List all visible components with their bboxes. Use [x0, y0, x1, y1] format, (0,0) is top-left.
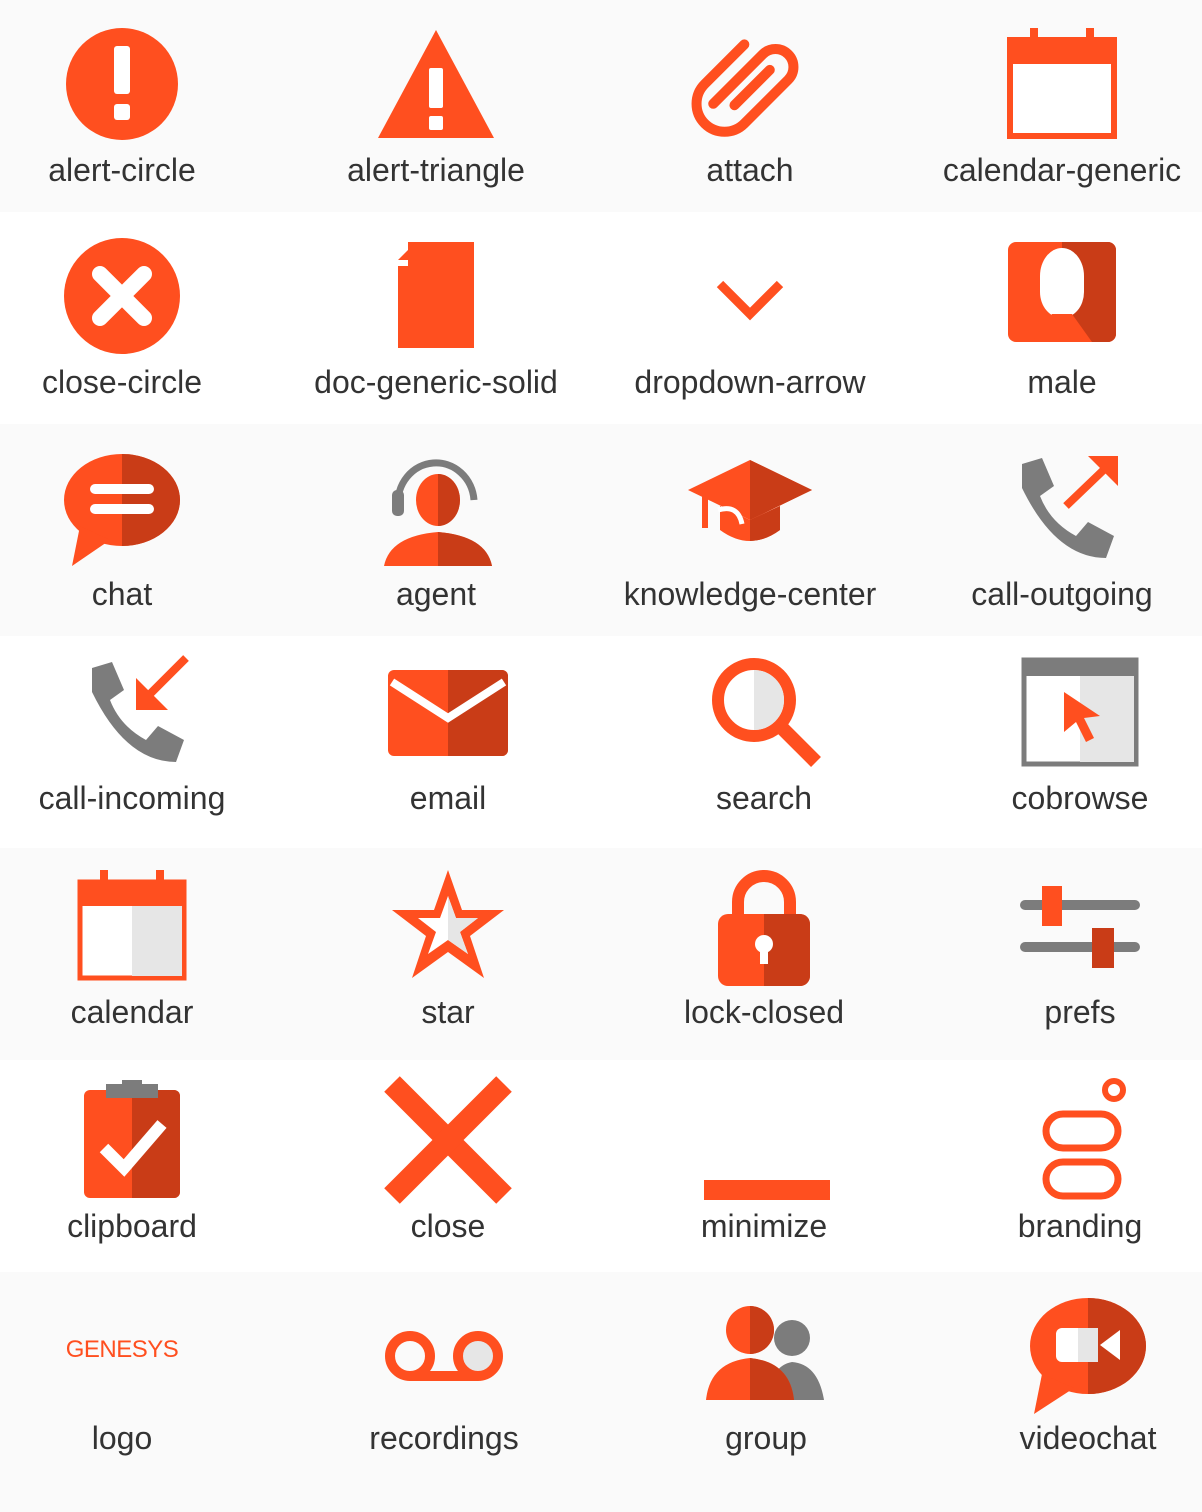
icon-label: group: [725, 1420, 807, 1456]
icon-label: calendar: [70, 994, 194, 1030]
icon-label: alert-triangle: [347, 152, 525, 188]
icon-cell-calendar-generic: calendar-generic: [912, 24, 1202, 214]
icon-sheet: alert-circle alert-triangle attach calen…: [0, 0, 1202, 1512]
icon-cell-dropdown-arrow: dropdown-arrow: [600, 236, 900, 426]
branding-icon: [1042, 1078, 1126, 1200]
icon-cell-minimize: minimize: [614, 1080, 914, 1270]
icon-cell-search: search: [614, 652, 914, 842]
close-circle-icon: [64, 238, 180, 354]
icon-label: logo: [91, 1420, 153, 1456]
close-icon: [384, 1076, 512, 1204]
icon-cell-close-circle: close-circle: [0, 236, 272, 426]
icon-label: minimize: [700, 1208, 828, 1244]
recordings-icon: [385, 1331, 503, 1381]
clipboard-icon: [84, 1080, 180, 1198]
dropdown-arrow-icon: [716, 280, 784, 321]
icon-label: branding: [1017, 1208, 1143, 1244]
icon-label: knowledge-center: [623, 576, 877, 612]
icon-label: prefs: [1044, 994, 1116, 1030]
icon-cell-recordings: recordings: [294, 1296, 594, 1486]
icon-label: attach: [706, 152, 794, 188]
male-icon: [1008, 242, 1116, 342]
icon-cell-alert-circle: alert-circle: [0, 24, 272, 214]
icon-cell-branding: branding: [930, 1078, 1202, 1270]
icon-label: lock-closed: [683, 994, 845, 1030]
lock-closed-icon: [718, 870, 810, 986]
icon-cell-prefs: prefs: [930, 866, 1202, 1056]
icon-cell-call-incoming: call-incoming: [0, 652, 282, 842]
videochat-icon: [1030, 1298, 1146, 1414]
agent-icon: [384, 459, 492, 566]
prefs-icon: [1020, 886, 1140, 968]
icon-cell-star: star: [298, 866, 598, 1056]
icon-label: close: [410, 1208, 486, 1244]
icon-cell-logo: GENESYS logo: [0, 1296, 272, 1486]
icon-cell-agent: agent: [286, 448, 586, 638]
email-icon: [388, 670, 508, 756]
call-outgoing-icon: [1022, 456, 1118, 558]
icon-label: search: [715, 780, 813, 816]
icon-cell-close: close: [298, 1076, 598, 1270]
icon-label: male: [1027, 364, 1097, 400]
icon-label: videochat: [1019, 1420, 1157, 1456]
icon-label: call-incoming: [38, 780, 226, 816]
icon-label: close-circle: [41, 364, 203, 400]
icon-label: clipboard: [67, 1208, 197, 1244]
icon-cell-doc-generic-solid: doc-generic-solid: [286, 236, 586, 426]
icon-cell-calendar: calendar: [0, 866, 282, 1056]
icon-cell-alert-triangle: alert-triangle: [286, 24, 586, 214]
icon-cell-cobrowse: cobrowse: [930, 652, 1202, 842]
icon-cell-male: male: [912, 236, 1202, 426]
alert-circle-icon: [66, 28, 178, 140]
call-incoming-icon: [92, 655, 189, 762]
star-icon: [392, 870, 504, 978]
genesys-logo: GENESYS: [65, 1336, 179, 1363]
doc-generic-solid-icon: [398, 242, 474, 348]
icon-label: recordings: [369, 1420, 519, 1456]
icon-label: star: [421, 994, 475, 1030]
search-icon: [712, 658, 821, 767]
icon-cell-lock-closed: lock-closed: [614, 866, 914, 1056]
icon-label: email: [409, 780, 487, 816]
group-icon: [706, 1306, 824, 1400]
chat-icon: [64, 454, 180, 566]
icon-label: calendar-generic: [942, 152, 1182, 188]
icon-label: dropdown-arrow: [634, 364, 866, 400]
icon-cell-chat: chat: [0, 448, 272, 638]
knowledge-center-icon: [688, 460, 812, 541]
icon-label: call-outgoing: [971, 576, 1153, 612]
icon-label: alert-circle: [48, 152, 196, 188]
icon-cell-call-outgoing: call-outgoing: [912, 448, 1202, 638]
calendar-generic-icon: [1007, 28, 1117, 139]
icon-label: chat: [91, 576, 153, 612]
icon-cell-attach: attach: [600, 24, 900, 214]
icon-cell-email: email: [298, 652, 598, 842]
alert-triangle-icon: [378, 30, 494, 138]
icon-cell-videochat: videochat: [938, 1296, 1202, 1486]
icon-label: doc-generic-solid: [314, 364, 558, 400]
icon-label: agent: [395, 576, 477, 612]
minimize-icon: [704, 1180, 830, 1200]
icon-label: cobrowse: [1011, 780, 1149, 816]
attach-icon: [691, 39, 799, 137]
icon-cell-clipboard: clipboard: [0, 1080, 282, 1270]
calendar-icon: [77, 870, 187, 981]
cobrowse-icon: [1021, 657, 1139, 767]
icon-cell-group: group: [616, 1296, 916, 1486]
icon-cell-knowledge-center: knowledge-center: [600, 448, 900, 638]
